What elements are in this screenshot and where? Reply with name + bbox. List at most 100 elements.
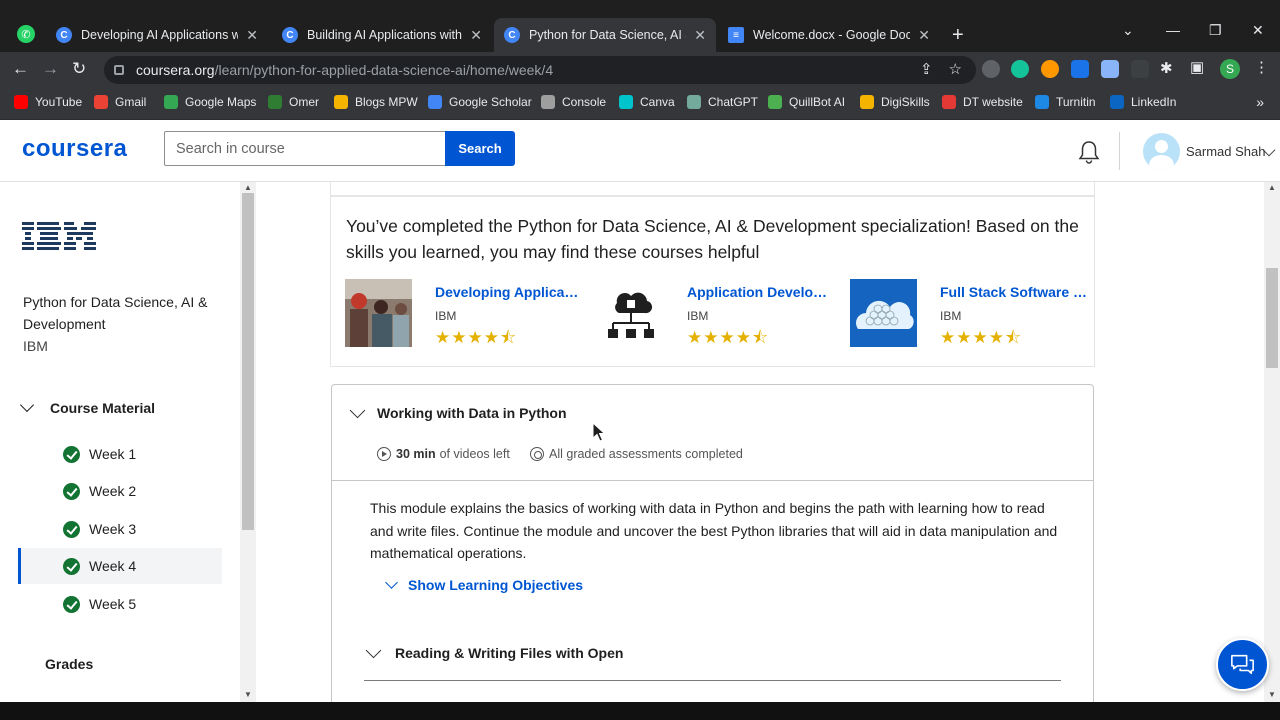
recommended-course-1[interactable]: Developing Applications with SQL, Databa… <box>345 279 585 349</box>
user-name[interactable]: Sarmad Shah <box>1186 144 1266 159</box>
check-circle-icon <box>63 595 80 613</box>
tab-python-for-data-science[interactable]: C Python for Data Science, AI & Developm… <box>494 18 716 52</box>
bookmark-dt-website[interactable]: DT website <box>942 95 1023 109</box>
extension-check-icon[interactable] <box>1071 60 1089 78</box>
sidebar-item-week-4[interactable]: Week 4 <box>18 548 222 584</box>
google-maps-icon <box>164 95 178 109</box>
more-bookmarks-icon[interactable]: » <box>1256 94 1264 110</box>
search-button[interactable]: Search <box>445 131 515 166</box>
sidebar-item-week-3[interactable]: Week 3 <box>18 511 222 547</box>
coursera-favicon-icon: C <box>282 27 298 43</box>
module-header[interactable]: Working with Data in Python 30 min of vi… <box>332 385 1093 481</box>
bookmark-quillbot[interactable]: QuillBot AI <box>768 95 845 109</box>
chevron-down-icon <box>365 642 382 659</box>
close-tab-icon[interactable]: ✕ <box>918 27 930 44</box>
coursera-logo[interactable]: coursera <box>22 135 127 163</box>
main-scrollbar-thumb[interactable] <box>1266 268 1278 368</box>
browser-profile-avatar[interactable]: S <box>1220 59 1240 79</box>
bookmark-linkedin[interactable]: LinkedIn <box>1110 95 1176 109</box>
bookmark-omer[interactable]: Omer <box>268 95 319 109</box>
browser-menu-icon[interactable]: ⋮ <box>1254 58 1269 76</box>
tab-developing-ai-applications[interactable]: C Developing AI Applications with Python… <box>46 18 268 52</box>
whatsapp-pinned-tab-icon[interactable]: ✆ <box>17 25 35 43</box>
sidebar-item-week-1[interactable]: Week 1 <box>18 436 222 472</box>
youtube-icon <box>14 95 28 109</box>
new-tab-button[interactable]: + <box>952 24 964 47</box>
tab-building-ai-applications[interactable]: C Building AI Applications with Watson A… <box>272 18 492 52</box>
extension-doc-icon[interactable] <box>1101 60 1119 78</box>
minimize-window-button[interactable]: — <box>1166 22 1180 38</box>
extension-w-icon[interactable] <box>982 60 1000 78</box>
sidebar-item-grades[interactable]: Grades <box>45 656 93 672</box>
close-tab-icon[interactable]: ✕ <box>246 27 258 44</box>
rating-stars-icon: ★★★★⯪ <box>435 328 518 347</box>
check-circle-icon <box>63 520 80 538</box>
recommended-course-3[interactable]: Full Stack Software Developer IBM ★★★★⯪ <box>850 279 1090 349</box>
bookmark-turnitin[interactable]: Turnitin <box>1035 95 1096 109</box>
ibm-logo <box>22 222 96 250</box>
side-panel-icon[interactable]: ▣ <box>1190 58 1204 76</box>
share-icon[interactable]: ⇪ <box>920 60 933 78</box>
bookmark-youtube[interactable]: YouTube <box>14 95 82 109</box>
bookmark-console[interactable]: Console <box>541 95 606 109</box>
grammarly-extension-icon[interactable] <box>1011 60 1029 78</box>
restore-window-button[interactable]: ❐ <box>1209 22 1222 39</box>
bookmark-google-scholar[interactable]: Google Scholar <box>428 95 532 109</box>
linkedin-icon <box>1110 95 1124 109</box>
previous-card-bottom <box>330 182 1095 196</box>
sidebar-scrollbar-thumb[interactable] <box>242 193 254 530</box>
scroll-up-arrow-icon[interactable]: ▲ <box>244 183 252 192</box>
course-search-input[interactable] <box>164 131 446 166</box>
bookmark-star-icon[interactable]: ☆ <box>949 60 962 78</box>
header-divider <box>1119 132 1120 170</box>
notification-bell-icon[interactable] <box>1076 139 1102 165</box>
bookmark-digiskills[interactable]: DigiSkills <box>860 95 930 109</box>
console-icon <box>541 95 555 109</box>
bookmark-chatgpt[interactable]: ChatGPT <box>687 95 758 109</box>
blogs-mpw-icon <box>334 95 348 109</box>
bookmark-canva[interactable]: Canva <box>619 95 675 109</box>
taskbar-edge <box>0 702 1280 720</box>
module-card: Working with Data in Python 30 min of vi… <box>331 384 1094 714</box>
close-window-button[interactable]: ✕ <box>1252 22 1264 39</box>
extension-dark-icon[interactable] <box>1131 60 1149 78</box>
scroll-down-arrow-icon[interactable]: ▼ <box>244 690 252 699</box>
user-avatar[interactable] <box>1143 133 1180 170</box>
sidebar-item-week-2[interactable]: Week 2 <box>18 473 222 509</box>
forward-arrow-icon[interactable]: → <box>42 59 59 79</box>
recommendations-card: You’ve completed the Python for Data Sci… <box>330 196 1095 367</box>
sidebar-item-week-5[interactable]: Week 5 <box>18 586 222 622</box>
bookmark-blogs-mpw[interactable]: Blogs MPW <box>334 95 418 109</box>
course-material-toggle[interactable]: Course Material <box>18 397 155 416</box>
completion-message: You’ve completed the Python for Data Sci… <box>346 216 1079 262</box>
bookmark-gmail[interactable]: Gmail <box>94 95 146 109</box>
back-arrow-icon[interactable]: ← <box>12 59 29 79</box>
course-sidebar: Python for Data Science, AI & Developmen… <box>0 182 240 702</box>
google-docs-favicon-icon: ≡ <box>728 27 744 43</box>
recommended-course-2[interactable]: Application Development using Microservi… <box>597 279 837 349</box>
check-circle-icon <box>63 557 80 575</box>
close-tab-icon[interactable]: ✕ <box>470 27 482 44</box>
scroll-up-arrow-icon[interactable]: ▲ <box>1268 183 1276 192</box>
module-description: This module explains the basics of worki… <box>370 500 1058 561</box>
assessment-meta: All graded assessments completed <box>530 447 743 461</box>
lesson-group-toggle[interactable]: Reading & Writing Files with Open <box>364 642 1061 681</box>
main-scrollbar[interactable] <box>1264 182 1280 702</box>
chevron-down-icon <box>385 576 398 589</box>
dt-website-icon <box>942 95 956 109</box>
tab-search-chevron-icon[interactable]: ⌄ <box>1122 22 1134 39</box>
extension-orange-icon[interactable] <box>1041 60 1059 78</box>
coursera-favicon-icon: C <box>504 27 520 43</box>
close-tab-icon[interactable]: ✕ <box>694 27 706 44</box>
digiskills-icon <box>860 95 874 109</box>
gmail-icon <box>94 95 108 109</box>
show-learning-objectives-link[interactable]: Show Learning Objectives <box>385 576 583 593</box>
bookmark-google-maps[interactable]: Google Maps <box>164 95 256 109</box>
scroll-down-arrow-icon[interactable]: ▼ <box>1268 690 1276 699</box>
chat-support-button[interactable] <box>1216 638 1269 691</box>
extensions-puzzle-icon[interactable]: ✱ <box>1160 59 1173 77</box>
address-bar[interactable]: coursera.org/learn/python-for-applied-da… <box>104 56 976 84</box>
reload-icon[interactable]: ↻ <box>72 59 86 79</box>
play-circle-icon <box>377 447 391 461</box>
tab-google-docs[interactable]: ≡ Welcome.docx - Google Docs ✕ <box>718 18 940 52</box>
